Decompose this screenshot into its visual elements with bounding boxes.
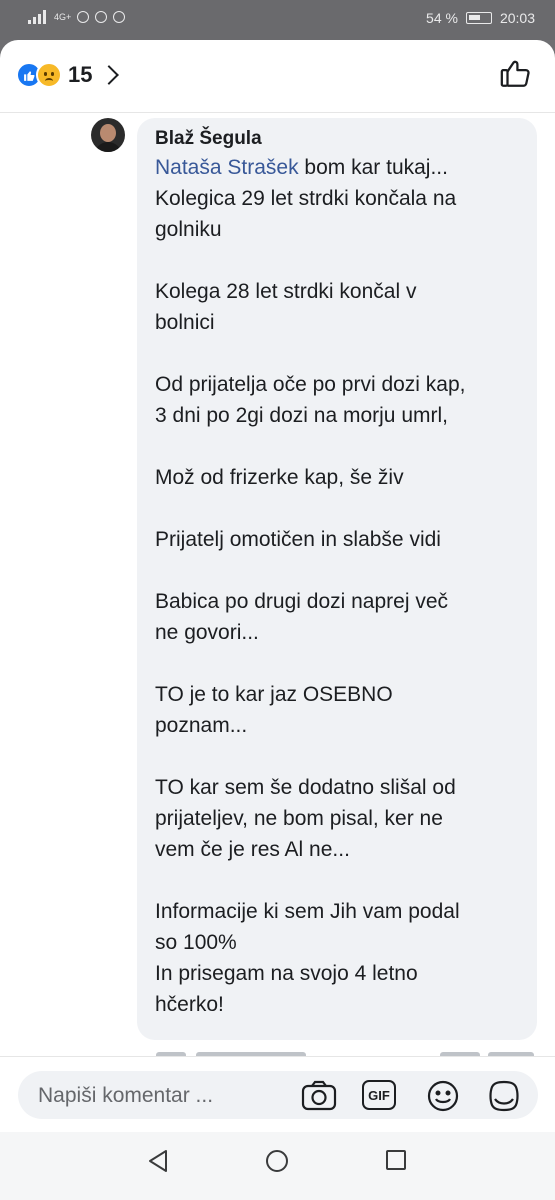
battery-percent: 54 % (426, 10, 458, 26)
battery-icon (465, 12, 492, 24)
chevron-right-icon (99, 65, 120, 85)
thumbs-up-icon[interactable] (499, 56, 533, 95)
reactions-summary[interactable]: 15 (16, 62, 120, 88)
comment-line: Kolega 28 let strdki končal v (155, 280, 417, 303)
comment-line: TO kar sem še dodatno slišal od (155, 776, 456, 799)
comments-sheet: 15 Blaž Šegula Nataša Strašek bom kar tu… (0, 40, 555, 1200)
comment-line: Babica po drugi dozi naprej več (155, 590, 449, 613)
comment-input[interactable]: Napiši komentar ... GIF (18, 1071, 538, 1119)
comment-line: Informacije ki sem Jih vam podal (155, 900, 460, 923)
network-type: 4G+ (54, 12, 72, 22)
sad-reaction-icon (36, 62, 62, 88)
comment-line: Prijatelj omotičen in slabše vidi (155, 528, 441, 551)
comment-line: Od prijatelja oče po prvi dozi kap, (155, 373, 466, 396)
recents-icon[interactable] (384, 1148, 408, 1177)
comment-bubble: Blaž Šegula Nataša Strašek bom kar tukaj… (137, 118, 537, 1040)
comment-line: bolnici (155, 311, 215, 334)
camera-icon[interactable] (300, 1079, 338, 1118)
reaction-count: 15 (68, 62, 93, 87)
comment-line: ne govori... (155, 621, 259, 644)
gif-label: GIF (362, 1080, 396, 1110)
comment-line: Nataša Strašek bom kar tukaj... (155, 156, 448, 179)
comment-line: vem če je res Al ne... (155, 838, 350, 861)
comment-line: poznam... (155, 714, 248, 737)
avatar[interactable] (91, 118, 125, 152)
comment-author[interactable]: Blaž Šegula (155, 128, 519, 150)
signal-icon (28, 10, 48, 24)
comment-line: Kolegica 29 let strdki končala na (155, 187, 457, 210)
comment-composer: Napiši komentar ... GIF (0, 1056, 555, 1133)
comment-line (155, 245, 519, 276)
comment-line (155, 741, 519, 772)
comment-line: so 100% (155, 931, 237, 954)
comment-line: Mož od frizerke kap, še živ (155, 466, 404, 489)
comment-line: In prisegam na svojo 4 letno (155, 962, 418, 985)
back-icon[interactable] (146, 1148, 170, 1179)
comment-line: golniku (155, 218, 222, 241)
comment-body: Nataša Strašek bom kar tukaj... Kolegica… (155, 152, 519, 1020)
comment-line: TO je to kar jaz OSEBNO (155, 683, 393, 706)
mention-link[interactable]: Nataša Strašek (155, 156, 299, 179)
eye-icon (77, 11, 90, 23)
alarm-icon (95, 11, 108, 23)
comment-line (155, 555, 519, 586)
comment-line: hčerko! (155, 993, 224, 1016)
comment-line: prijateljev, ne bom pisal, ker ne (155, 807, 443, 830)
comment-line (155, 493, 519, 524)
do-not-disturb-icon (113, 11, 126, 23)
clock: 20:03 (499, 10, 535, 26)
comment-line (155, 338, 519, 369)
emoji-icon[interactable] (426, 1079, 460, 1118)
home-icon[interactable] (264, 1148, 290, 1179)
comment-line (155, 865, 519, 896)
reactions-header: 15 (0, 40, 555, 113)
status-bar: 4G+ 54 % 20:03 (0, 0, 555, 40)
comment-line: 3 dni po 2gi dozi na morju umrl, (155, 404, 448, 427)
comment-placeholder: Napiši komentar ... (38, 1084, 214, 1107)
comment-line (155, 648, 519, 679)
sticker-icon[interactable] (486, 1079, 522, 1118)
comment-line (155, 431, 519, 462)
gif-icon[interactable]: GIF (362, 1080, 396, 1110)
system-nav-bar (0, 1132, 555, 1200)
